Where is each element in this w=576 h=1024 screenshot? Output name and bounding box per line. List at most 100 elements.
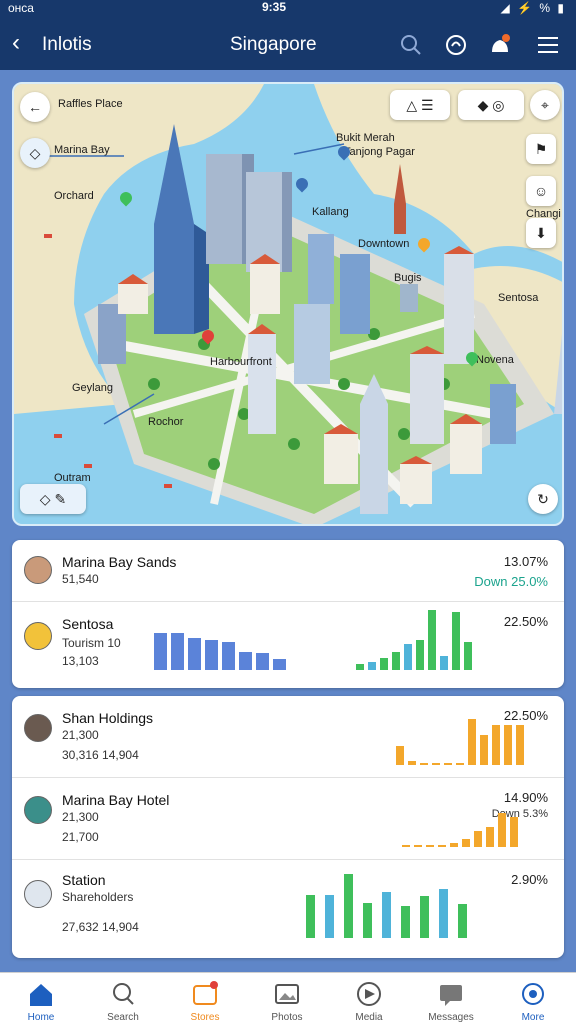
bell-icon[interactable] <box>443 32 469 58</box>
map-label[interactable]: Sentosa <box>498 292 538 304</box>
details-card: Shan Holdings 21,300 30,316 14,904 22.50… <box>12 696 564 958</box>
avatar <box>24 880 52 908</box>
map-label[interactable]: Bukit Merah <box>336 132 395 144</box>
map-back-icon[interactable]: ← <box>20 92 50 122</box>
chart-bar <box>492 725 500 765</box>
map-label[interactable]: Novena <box>476 354 514 366</box>
nav-item-more[interactable]: More <box>492 973 574 1024</box>
item-sub: 27,632 14,904 <box>62 920 139 934</box>
message-icon <box>440 985 462 1006</box>
more-icon <box>522 983 544 1005</box>
map-label[interactable]: Raffles Place <box>58 98 123 110</box>
media-icon <box>357 982 381 1006</box>
download-icon[interactable]: ⬇ <box>526 218 556 248</box>
app-header: ‹ Inlotis Singapore <box>0 18 576 70</box>
chart-bar <box>402 845 410 847</box>
map-label[interactable]: Geylang <box>72 382 113 394</box>
map-mode-toggle[interactable]: ◇ ✎ <box>20 484 86 514</box>
list-item[interactable]: Shan Holdings 21,300 30,316 14,904 22.50… <box>12 696 564 778</box>
chart-bar <box>404 644 412 670</box>
list-item[interactable]: Marina Bay Sands 51,540 13.07% Down 25.0… <box>12 540 564 602</box>
chart-bar <box>426 845 434 847</box>
map-compass-icon[interactable]: ◇ <box>20 138 50 168</box>
chart-bar <box>468 719 476 765</box>
chart-bar <box>444 763 452 765</box>
menu-icon[interactable] <box>535 32 561 58</box>
recenter-icon[interactable]: ↻ <box>528 484 558 514</box>
search-icon[interactable] <box>398 32 424 58</box>
chart-bar <box>344 874 353 938</box>
chart-bar <box>439 889 448 938</box>
home-icon <box>30 984 52 1006</box>
city-map[interactable]: Raffles Place Marina Bay Orchard Bukit M… <box>12 82 564 526</box>
chart-bar <box>480 735 488 765</box>
nav-item-media[interactable]: Media <box>328 973 410 1024</box>
chart-bar <box>154 633 167 670</box>
nav-item-photos[interactable]: Photos <box>246 973 328 1024</box>
item-sub: Shareholders <box>62 890 134 904</box>
nav-item-search[interactable]: Search <box>82 973 164 1024</box>
map-label[interactable]: Marina Bay <box>54 144 110 156</box>
chart-bar <box>464 642 472 670</box>
list-item[interactable]: Station Shareholders 27,632 14,904 2.90% <box>12 860 564 958</box>
chart-bar <box>325 895 334 938</box>
bar-chart <box>396 719 524 765</box>
list-item[interactable]: Sentosa Tourism 10 13,103 22.50% <box>12 602 564 688</box>
back-arrow-icon[interactable]: ‹ <box>12 30 20 56</box>
nav-item-stores[interactable]: Stores <box>164 973 246 1024</box>
list-item[interactable]: Marina Bay Hotel 21,300 21,700 14.90% Do… <box>12 778 564 860</box>
map-label[interactable]: Harbourfront <box>210 356 272 368</box>
status-bar: онса 9:35 ◢ ⚡ % ▮ <box>0 0 576 18</box>
map-label[interactable]: Kallang <box>312 206 349 218</box>
chart-bar <box>420 896 429 938</box>
notification-icon[interactable] <box>487 32 513 58</box>
map-label[interactable]: Orchard <box>54 190 94 202</box>
avatar <box>24 622 52 650</box>
carrier-text: онса <box>8 1 34 15</box>
chart-bar <box>363 903 372 938</box>
map-label[interactable]: Downtown <box>358 238 409 250</box>
chart-bar <box>416 640 424 670</box>
nav-label: Photos <box>271 1012 303 1023</box>
store-icon <box>193 981 218 1005</box>
chart-bar <box>428 610 436 670</box>
avatar <box>24 714 52 742</box>
photo-icon <box>275 984 299 1004</box>
map-label[interactable]: Tanjong Pagar <box>344 146 415 158</box>
item-sub: Tourism 10 <box>62 636 121 650</box>
chart-bar <box>510 817 518 847</box>
chart-bar <box>456 763 464 765</box>
chart-bar <box>432 763 440 765</box>
item-name: Marina Bay Sands <box>62 554 177 570</box>
map-label[interactable]: Outram <box>54 472 91 484</box>
item-sub: 30,316 14,904 <box>62 748 139 762</box>
chart-bar <box>408 761 416 765</box>
chart-bar <box>452 612 460 670</box>
nav-label: Search <box>107 1012 139 1023</box>
item-change: Down 25.0% <box>474 574 548 589</box>
chart-bar <box>188 638 201 670</box>
chart-bar <box>356 664 364 670</box>
bottom-navigation: Home Search Stores Photos Media Messages… <box>0 972 576 1024</box>
map-layers-toggle[interactable]: △ ☰ <box>390 90 450 120</box>
bookmark-icon[interactable]: ⚑ <box>526 134 556 164</box>
item-sub: 13,103 <box>62 654 99 668</box>
chart-bar <box>450 843 458 847</box>
search-icon <box>113 983 134 1005</box>
map-view-toggle[interactable]: ◆ ◎ <box>458 90 524 120</box>
nav-item-messages[interactable]: Messages <box>410 973 492 1024</box>
page-title: Singapore <box>230 34 317 55</box>
chart-bar <box>440 656 448 670</box>
back-button-label[interactable]: Inlotis <box>42 34 92 56</box>
person-icon[interactable]: ☺ <box>526 176 556 206</box>
chart-bar <box>516 725 524 765</box>
nav-item-home[interactable]: Home <box>0 973 82 1024</box>
bar-chart <box>402 807 518 847</box>
map-label[interactable]: Rochor <box>148 416 183 428</box>
chart-bar <box>401 906 410 938</box>
bar-chart <box>306 868 467 938</box>
location-icon[interactable]: ⌖ <box>530 90 560 120</box>
chart-bar <box>171 633 184 670</box>
map-label[interactable]: Bugis <box>394 272 422 284</box>
nav-label: Home <box>27 1012 55 1023</box>
